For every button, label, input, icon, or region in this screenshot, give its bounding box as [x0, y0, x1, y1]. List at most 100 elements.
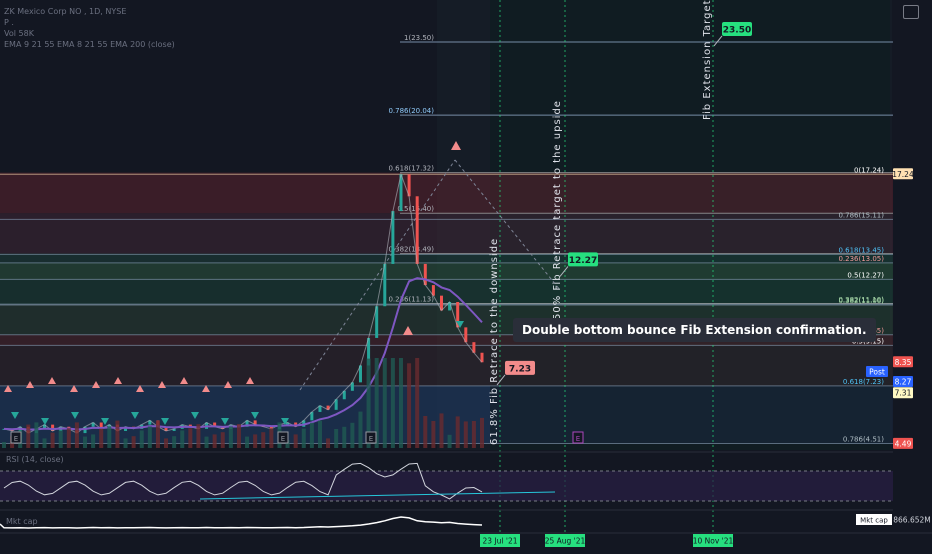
- volume-bar: [407, 363, 412, 448]
- price-tag-label: 8.35: [895, 358, 912, 367]
- volume-bar: [220, 432, 225, 448]
- vertical-annotation: Fib Extension Target #1: [702, 0, 713, 120]
- mktcap-tag-label: Mkt cap: [860, 517, 888, 525]
- volume-bar: [74, 422, 79, 448]
- date-marker-label: 25 Aug '21: [545, 537, 586, 546]
- price-tag-label: 8.27: [895, 377, 912, 386]
- volume-bar: [390, 358, 395, 448]
- volume-bar: [164, 438, 169, 448]
- fib-right-label: 0.5(12.27): [847, 271, 884, 279]
- volume-bar: [261, 432, 266, 448]
- fib-left-label: 0.236(11.13): [388, 295, 434, 303]
- volume-bar: [431, 421, 436, 448]
- chart-menu-button[interactable]: [903, 5, 919, 19]
- fib-left-label: 1(23.50): [404, 34, 434, 42]
- volume-bar: [382, 358, 387, 448]
- target-label: 7.23: [509, 364, 531, 374]
- price-tag-label: Post: [869, 367, 885, 376]
- volume-bar: [358, 411, 363, 448]
- volume-bar: [172, 436, 177, 448]
- price-chart[interactable]: 1(23.50)0.786(20.04)0.618(17.32)0.5(15.4…: [0, 0, 932, 550]
- date-marker-label: 23 Jul '21: [483, 537, 518, 546]
- volume-bar: [99, 428, 104, 448]
- volume-bar: [455, 416, 460, 448]
- volume-bar: [131, 436, 136, 448]
- volume-bar: [253, 434, 258, 448]
- price-legend: P .: [4, 18, 14, 27]
- vertical-annotation: 50% Fib Retrace target to the upside: [552, 100, 563, 320]
- volume-bar: [471, 421, 476, 448]
- earnings-icon: E: [281, 435, 285, 443]
- volume-bar: [317, 420, 322, 448]
- target-label: 12.27: [569, 256, 597, 266]
- volume-bar: [83, 436, 88, 448]
- fib-right-label: 0.618(13.45): [838, 246, 884, 254]
- volume-bar: [2, 442, 6, 448]
- price-tag-label: 17.24: [892, 170, 914, 179]
- volume-bar: [480, 417, 484, 448]
- price-tag-label: 4.49: [895, 439, 912, 448]
- volume-bar: [228, 426, 233, 448]
- volume-bar: [91, 434, 96, 448]
- rsi-band: [0, 471, 893, 501]
- volume-bar: [236, 424, 241, 448]
- ema-legend: EMA 9 21 55 EMA 8 21 55 EMA 200 (close): [4, 40, 175, 49]
- fib-right-label: 0.786(4.51): [843, 435, 884, 443]
- vertical-annotation: 61.8% Fib Retrace to the downside: [489, 238, 500, 445]
- volume-bar: [439, 413, 444, 448]
- volume-bar: [204, 436, 209, 448]
- volume-bar: [196, 424, 201, 448]
- earnings-icon: E: [369, 435, 373, 443]
- volume-bar: [415, 358, 420, 448]
- volume-bar: [447, 434, 452, 448]
- fib-right-label: 0.618(7.23): [843, 378, 884, 386]
- volume-bar: [115, 420, 120, 448]
- symbol-legend: ZK Mexico Corp NO , 1D, NYSE: [4, 7, 127, 16]
- volume-bar: [342, 426, 347, 448]
- mktcap-value: 866.652M: [893, 516, 931, 525]
- volume-bar: [269, 428, 274, 448]
- volume-bar: [155, 420, 160, 448]
- fib-left-label: 0.786(20.04): [388, 107, 434, 115]
- volume-bar: [309, 422, 314, 448]
- fib-band-0: [0, 172, 893, 214]
- volume-bar: [180, 430, 185, 448]
- volume-bar: [301, 428, 306, 448]
- fib-band-4: [0, 279, 893, 305]
- volume-bar: [58, 430, 63, 448]
- volume-bar: [26, 424, 31, 448]
- volume-bar: [423, 416, 428, 448]
- volume-bar: [147, 426, 152, 448]
- chart-area[interactable]: 1(23.50) 0.786(20.04) 0.618(17.32) 0.5(15.4…: [0, 0, 932, 550]
- volume-bar: [66, 428, 71, 448]
- volume-bar: [123, 438, 128, 448]
- target-label: 23.50: [723, 25, 751, 35]
- fib-right-label: 0(17.24): [854, 166, 884, 174]
- volume-bar: [107, 426, 112, 448]
- mktcap-legend: Mkt cap: [6, 517, 38, 526]
- volume-bar: [398, 358, 403, 448]
- volume-bar: [34, 422, 39, 448]
- volume-bar: [463, 421, 468, 448]
- price-tag-label: 7.31: [895, 389, 912, 398]
- volume-bar: [326, 438, 331, 448]
- fib-left-label: 0.382(13.49): [388, 246, 434, 254]
- fib-band-7: [0, 345, 893, 386]
- volume-bar: [139, 430, 144, 448]
- earnings-icon: E: [576, 435, 580, 443]
- volume-bar: [212, 434, 217, 448]
- volume-bar: [350, 422, 355, 448]
- earnings-icon: E: [14, 435, 18, 443]
- volume-bar: [245, 436, 250, 448]
- volume-bar: [293, 434, 298, 448]
- volume-bar: [334, 429, 339, 448]
- volume-bar: [42, 438, 47, 448]
- volume-legend: Vol 58K: [4, 29, 34, 38]
- rsi-label: RSI (14, close): [6, 455, 64, 464]
- fib-right-label: 0.382(11.06): [838, 297, 884, 305]
- fib-left-label: 0.618(17.32): [388, 165, 434, 173]
- date-marker-label: 10 Nov '21: [693, 537, 734, 546]
- volume-bar: [188, 428, 193, 448]
- fib-right-label: 0.236(13.05): [838, 255, 884, 263]
- fib-band-3: [0, 262, 893, 280]
